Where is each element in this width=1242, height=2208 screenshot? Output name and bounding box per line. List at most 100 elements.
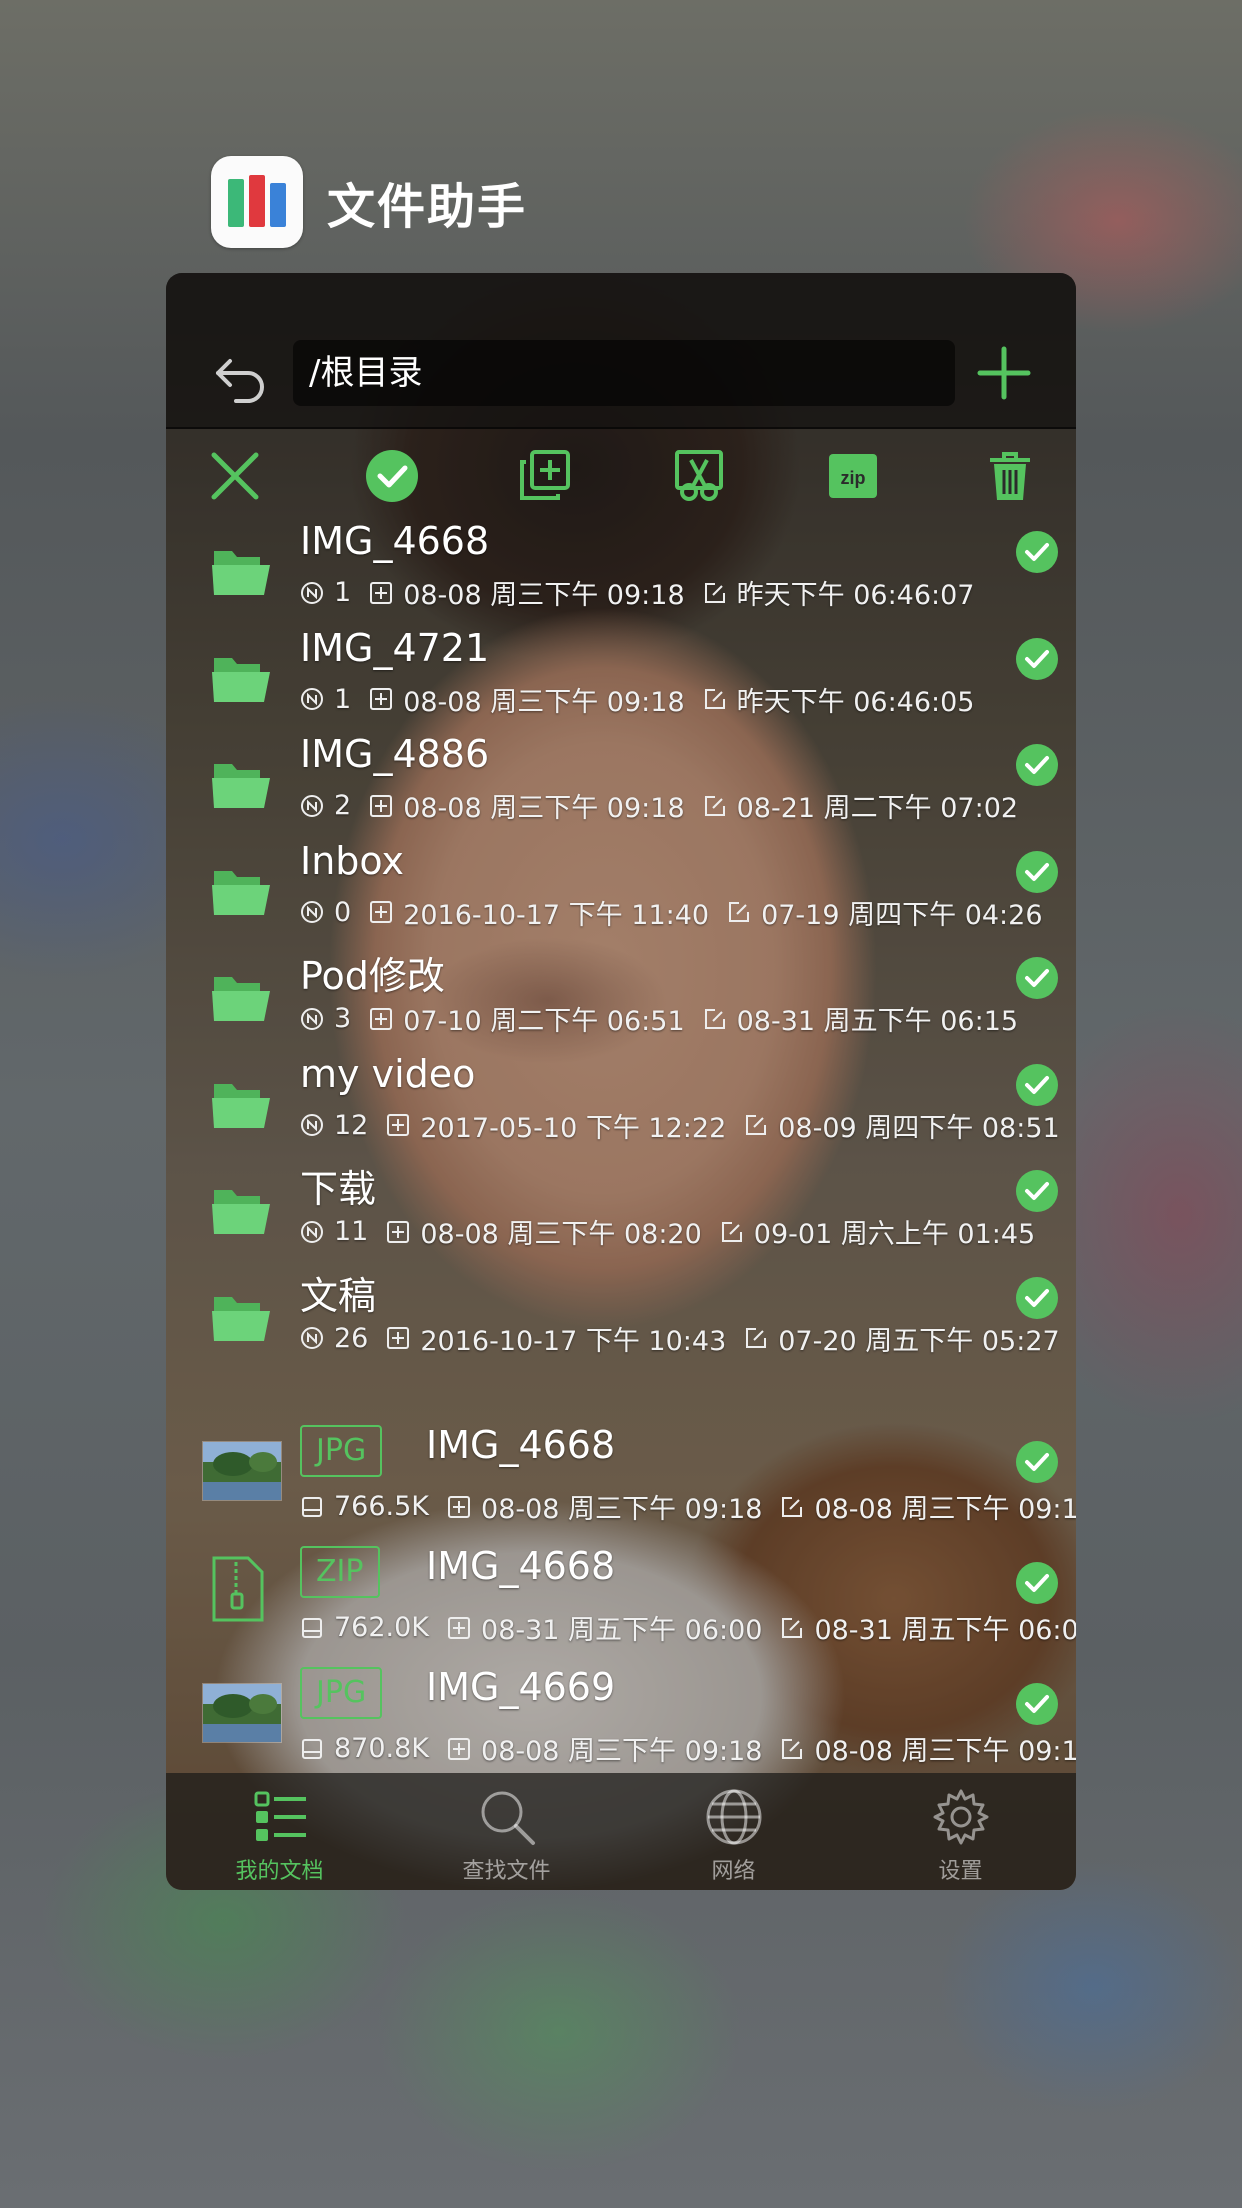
modified-date-icon bbox=[727, 900, 751, 924]
tab-search[interactable]: 查找文件 bbox=[393, 1773, 620, 1890]
list-icon bbox=[254, 1791, 306, 1841]
folder-name: IMG_4721 bbox=[300, 625, 490, 670]
file-meta: 766.5K 08-08 周三下午 09:18 08-08 周三下午 09:18 bbox=[300, 1487, 1076, 1526]
created-date-icon bbox=[369, 581, 393, 605]
created-date-icon bbox=[447, 1495, 471, 1519]
modified-date: 07-19 周四下午 04:26 bbox=[761, 899, 1043, 931]
item-count-icon bbox=[300, 581, 324, 605]
selected-check-icon[interactable] bbox=[1016, 1441, 1058, 1483]
modified-date-icon bbox=[780, 1495, 804, 1519]
folder-row[interactable]: my video 12 2017-05-10 下午 12:22 08-09 周四下午 … bbox=[166, 1052, 1076, 1162]
navigation-bar: /根目录 bbox=[166, 273, 1076, 429]
trash-icon[interactable] bbox=[977, 443, 1043, 509]
item-count-icon bbox=[300, 687, 324, 711]
modified-date: 08-08 周三下午 09:18 bbox=[814, 1494, 1076, 1525]
modified-date-icon bbox=[703, 1007, 727, 1031]
folder-row[interactable]: IMG_4886 2 08-08 周三下午 09:18 08-21 周二下午 07:0… bbox=[166, 732, 1076, 842]
file-type-badge: JPG bbox=[300, 1667, 383, 1719]
file-meta: 870.8K 08-08 周三下午 09:18 08-08 周三下午 09:18 bbox=[300, 1729, 1076, 1768]
modified-date: 昨天下午 06:46:05 bbox=[736, 686, 975, 718]
modified-date-icon bbox=[780, 1616, 804, 1640]
app-switcher-label[interactable]: 文件助手 bbox=[211, 156, 527, 248]
gear-icon bbox=[933, 1789, 989, 1845]
selected-check-icon[interactable] bbox=[1016, 637, 1058, 680]
selected-check-icon[interactable] bbox=[1016, 744, 1058, 786]
file-row[interactable]: ZIP IMG_4668 762.0K 08-31 周五下午 06:00 08-31 周… bbox=[166, 1544, 1076, 1666]
tab-settings[interactable]: 设置 bbox=[847, 1773, 1074, 1890]
selected-check-icon[interactable] bbox=[1016, 531, 1058, 573]
close-icon[interactable] bbox=[202, 443, 268, 509]
folder-icon bbox=[210, 1182, 272, 1236]
folder-row[interactable]: IMG_4721 1 08-08 周三下午 09:18 昨天下午 06:46:05 bbox=[166, 626, 1076, 736]
created-date: 08-08 周三下午 09:18 bbox=[481, 1494, 763, 1525]
file-row[interactable]: JPG IMG_4669 870.8K 08-08 周三下午 09:18 08-08 周… bbox=[166, 1665, 1076, 1787]
svg-text:zip: zip bbox=[841, 468, 866, 488]
back-icon[interactable] bbox=[210, 349, 270, 409]
selected-check-icon[interactable] bbox=[1016, 957, 1058, 999]
folder-meta: 26 2016-10-17 下午 10:43 07-20 周五下午 05:27 bbox=[300, 1319, 1060, 1358]
modified-date-icon bbox=[744, 1113, 768, 1137]
folder-meta: 1 08-08 周三下午 09:18 昨天下午 06:46:05 bbox=[300, 680, 974, 719]
created-date: 08-31 周五下午 06:00 bbox=[481, 1615, 763, 1646]
modified-date: 昨天下午 06:46:07 bbox=[736, 580, 975, 611]
selected-check-icon[interactable] bbox=[1016, 1683, 1058, 1725]
copy-icon[interactable] bbox=[511, 443, 577, 509]
selected-check-icon[interactable] bbox=[1016, 1276, 1058, 1319]
select-all-icon[interactable] bbox=[359, 443, 425, 509]
tab-network[interactable]: 网络 bbox=[620, 1773, 847, 1890]
file-row[interactable]: JPG IMG_4668 766.5K 08-08 周三下午 09:18 08-08 周… bbox=[166, 1423, 1076, 1545]
modified-date-icon bbox=[703, 581, 727, 605]
tab-label: 设置 bbox=[938, 1859, 983, 1884]
tab-label: 网络 bbox=[711, 1859, 756, 1884]
selection-toolbar: zip bbox=[166, 443, 1076, 509]
path-field[interactable]: /根目录 bbox=[293, 340, 955, 406]
file-name: IMG_4669 bbox=[426, 1665, 616, 1709]
app-preview-card[interactable]: /根目录 zip IMG_4668 1 08-08 周三下午 09:18 昨天下午 0… bbox=[166, 273, 1076, 1890]
modified-date: 08-21 周二下午 07:02 bbox=[736, 793, 1019, 824]
folder-meta: 3 07-10 周二下午 06:51 08-31 周五下午 06:15 bbox=[300, 999, 1018, 1038]
zip-file-icon bbox=[210, 1554, 266, 1624]
created-date: 2016-10-17 下午 11:40 bbox=[403, 899, 710, 931]
modified-date: 08-09 周四下午 08:51 bbox=[778, 1112, 1060, 1144]
created-date: 07-10 周二下午 06:51 bbox=[403, 1006, 685, 1037]
add-icon[interactable] bbox=[972, 341, 1036, 405]
file-size-icon bbox=[300, 1737, 324, 1761]
item-count: 12 bbox=[334, 1109, 369, 1141]
file-meta: 762.0K 08-31 周五下午 06:00 08-31 周五下午 06:00 bbox=[300, 1608, 1076, 1647]
modified-date-icon bbox=[703, 794, 727, 818]
item-count: 1 bbox=[334, 577, 352, 608]
item-count-icon bbox=[300, 1113, 324, 1137]
selected-check-icon[interactable] bbox=[1016, 1063, 1058, 1106]
folder-row[interactable]: Inbox 0 2016-10-17 下午 11:40 07-19 周四下午 04:2… bbox=[166, 839, 1076, 949]
created-date: 08-08 周三下午 09:18 bbox=[403, 580, 685, 611]
app-icon bbox=[211, 156, 303, 248]
folder-row[interactable]: Pod修改 3 07-10 周二下午 06:51 08-31 周五下午 06:15 bbox=[166, 949, 1076, 1055]
folder-row[interactable]: 下载 11 08-08 周三下午 08:20 09-01 周六上午 01:45 bbox=[166, 1162, 1076, 1268]
folder-icon bbox=[210, 1289, 272, 1343]
folder-row[interactable]: 文稿 26 2016-10-17 下午 10:43 07-20 周五下午 05:27 bbox=[166, 1269, 1076, 1375]
folder-icon bbox=[210, 863, 272, 917]
item-count-icon bbox=[300, 1326, 324, 1350]
image-thumbnail bbox=[202, 1683, 282, 1743]
created-date-icon bbox=[369, 1007, 393, 1031]
modified-date: 07-20 周五下午 05:27 bbox=[778, 1325, 1060, 1357]
modified-date: 08-31 周五下午 06:00 bbox=[814, 1615, 1076, 1646]
modified-date-icon bbox=[703, 687, 727, 711]
folder-row[interactable]: IMG_4668 1 08-08 周三下午 09:18 昨天下午 06:46:07 bbox=[166, 519, 1076, 629]
selected-check-icon[interactable] bbox=[1016, 1170, 1058, 1212]
zip-icon[interactable]: zip bbox=[820, 443, 886, 509]
created-date-icon bbox=[386, 1326, 410, 1350]
item-count-icon bbox=[300, 900, 324, 924]
folder-icon bbox=[210, 1076, 272, 1130]
selected-check-icon[interactable] bbox=[1016, 850, 1058, 893]
folder-meta: 11 08-08 周三下午 08:20 09-01 周六上午 01:45 bbox=[300, 1212, 1035, 1251]
tab-my-documents[interactable]: 我的文档 bbox=[166, 1773, 393, 1890]
tab-bar: 我的文档 查找文件 网络 设置 bbox=[166, 1773, 1076, 1890]
file-size: 870.8K bbox=[334, 1733, 430, 1764]
selected-check-icon[interactable] bbox=[1016, 1562, 1058, 1604]
file-name: IMG_4668 bbox=[426, 1423, 616, 1467]
tab-label: 查找文件 bbox=[462, 1859, 551, 1884]
tab-label: 我的文档 bbox=[235, 1859, 324, 1884]
cut-icon[interactable] bbox=[666, 443, 732, 509]
file-size-icon bbox=[300, 1616, 324, 1640]
